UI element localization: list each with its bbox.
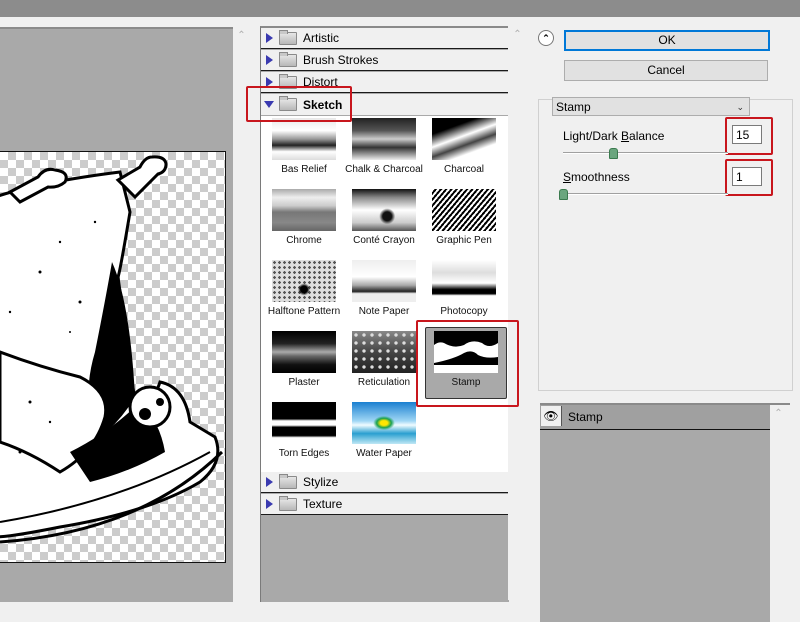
reticulation-thumbnail [352,331,416,373]
chicken-image [0,155,224,544]
expand-triangle-icon [266,499,273,509]
filter-water-paper[interactable]: Water Paper [344,400,424,470]
filter-torn-edges[interactable]: Torn Edges [264,400,344,470]
filter-stamp[interactable]: Stamp [425,327,507,399]
filter-reticulation[interactable]: Reticulation [344,329,424,399]
light-dark-balance-input[interactable]: 15 [732,125,762,144]
category-label: Texture [303,497,343,511]
filter-label: Charcoal [443,164,485,175]
filter-select[interactable]: Stamp ⌄ [552,97,750,116]
category-label: Distort [303,75,338,89]
category-label: Artistic [303,31,339,45]
filter-label: Chrome [286,235,322,246]
charcoal-thumbnail [432,118,496,160]
expand-triangle-icon [266,55,273,65]
open-folder-icon [279,96,297,111]
preview-area[interactable] [0,27,233,602]
title-bar [0,0,800,17]
gallery-scrollbar[interactable]: ⌃ [508,26,528,600]
folder-icon [279,73,297,89]
light-dark-balance-slider-track[interactable] [563,152,728,154]
cancel-button[interactable]: Cancel [564,60,768,81]
smoothness-slider-handle[interactable] [559,189,568,200]
filter-label: Plaster [288,377,320,388]
scroll-up-arrow-icon[interactable]: ⌃ [236,31,247,41]
folder-icon [279,495,297,511]
smoothness-input[interactable]: 1 [732,167,762,186]
chevron-down-icon: ⌄ [736,102,744,112]
filter-label: Stamp [451,377,481,388]
filter-select-value: Stamp [556,100,591,114]
filter-note-paper[interactable]: Note Paper [344,258,424,328]
filter-label: Photocopy [440,306,488,317]
layers-scrollbar[interactable]: ⌃ [770,405,790,622]
filter-charcoal[interactable]: Charcoal [424,116,504,186]
scroll-up-arrow-icon[interactable]: ⌃ [512,30,523,40]
double-chevron-up-icon[interactable]: ⌃ [538,30,554,46]
expand-triangle-icon [266,77,273,87]
plaster-thumbnail [272,331,336,373]
category-brush-strokes[interactable]: Brush Strokes [261,50,509,71]
filter-chalk-charcoal[interactable]: Chalk & Charcoal [344,116,424,186]
category-distort[interactable]: Distort [261,72,509,93]
light-dark-balance-label: Light/Dark Balance [563,129,665,143]
filter-label: Halftone Pattern [267,306,341,317]
collapse-triangle-icon [264,101,274,108]
folder-icon [279,473,297,489]
category-texture[interactable]: Texture [261,494,509,515]
filter-conte-crayon[interactable]: Conté Crayon [344,187,424,257]
light-dark-balance-slider-handle[interactable] [608,148,618,159]
preview-pane: ⌃ [0,25,250,602]
water-paper-thumbnail [352,402,416,444]
filter-chrome[interactable]: Chrome [264,187,344,257]
preview-scrollbar[interactable]: ⌃ [233,27,250,600]
bas-relief-thumbnail [272,118,336,160]
chalk-charcoal-thumbnail [352,118,416,160]
filter-label: Water Paper [356,448,412,459]
filter-label: Graphic Pen [436,235,492,246]
folder-icon [279,29,297,45]
category-label: Brush Strokes [303,53,379,67]
conte-crayon-thumbnail [352,189,416,231]
filter-halftone-pattern[interactable]: Halftone Pattern [264,258,344,328]
smoothness-slider-track[interactable] [563,193,728,195]
graphic-pen-thumbnail [432,189,496,231]
folder-icon [279,51,297,67]
photocopy-thumbnail [432,260,496,302]
ok-button[interactable]: OK [564,30,770,51]
expand-triangle-icon [266,33,273,43]
sketch-filter-thumbnails: Bas Relief Chalk & Charcoal Charcoal Chr… [261,116,509,482]
category-stylize[interactable]: Stylize [261,472,509,493]
smoothness-label: Smoothness [563,170,630,184]
filter-label: Bas Relief [281,164,327,175]
preview-canvas[interactable] [0,151,226,563]
note-paper-thumbnail [352,260,416,302]
filter-gallery: Artistic Brush Strokes Distort Sketch Ba… [260,26,509,602]
filter-photocopy[interactable]: Photocopy [424,258,504,328]
stamp-thumbnail [434,331,498,373]
category-artistic[interactable]: Artistic [261,28,509,49]
torn-edges-thumbnail [272,402,336,444]
settings-panel: ⌃ OK Cancel Stamp ⌄ Light/Dark Balance 1… [530,20,800,622]
chrome-thumbnail [272,189,336,231]
expand-triangle-icon [266,477,273,487]
effect-layer-row[interactable]: 👁 Stamp [540,405,770,430]
effect-layers-panel: 👁 Stamp ⌃ [540,403,790,622]
filter-graphic-pen[interactable]: Graphic Pen [424,187,504,257]
filter-plaster[interactable]: Plaster [264,329,344,399]
filter-label: Reticulation [357,377,411,388]
eye-icon[interactable]: 👁 [541,406,562,426]
filter-label: Chalk & Charcoal [345,164,423,175]
filter-label: Torn Edges [278,448,330,459]
filter-bas-relief[interactable]: Bas Relief [264,116,344,186]
scroll-up-arrow-icon[interactable]: ⌃ [773,409,784,419]
category-label: Sketch [303,97,343,112]
effect-layer-name: Stamp [568,410,603,424]
category-label: Stylize [303,475,339,489]
filter-label: Conté Crayon [353,235,415,246]
filter-label: Note Paper [358,306,410,317]
halftone-pattern-thumbnail [272,260,336,302]
category-sketch[interactable]: Sketch [261,94,509,115]
